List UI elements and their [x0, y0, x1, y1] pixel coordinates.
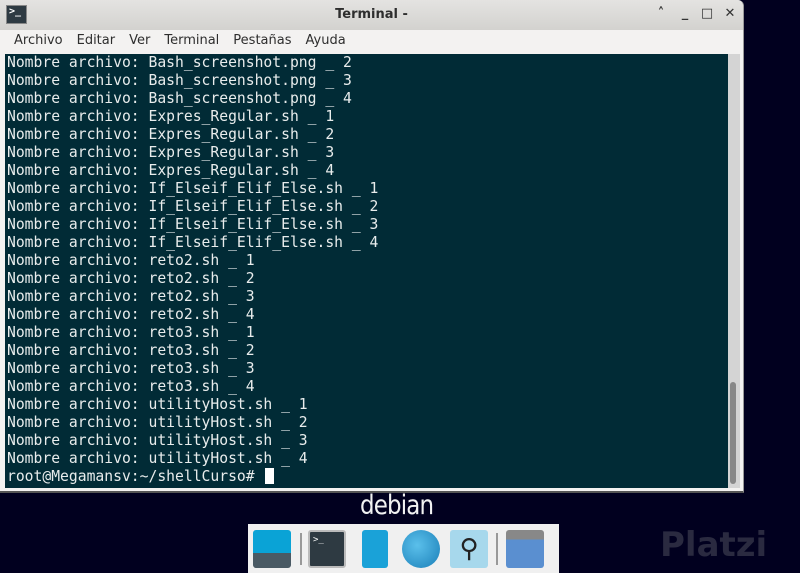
scrollbar-thumb[interactable] [730, 382, 736, 484]
terminal-line: Nombre archivo: utilityHost.sh _ 3 [7, 432, 308, 449]
terminal-line: Nombre archivo: Bash_screenshot.png _ 4 [7, 90, 352, 107]
menu-archivo[interactable]: Archivo [7, 30, 70, 54]
terminal-icon[interactable]: >_ [308, 530, 346, 568]
terminal-line: Nombre archivo: reto2.sh _ 3 [7, 288, 255, 305]
terminal-output[interactable]: Nombre archivo: Bash_screenshot.png _ 2N… [5, 54, 728, 488]
terminal-line: Nombre archivo: Expres_Regular.sh _ 2 [7, 126, 335, 143]
window-title: Terminal - [335, 7, 408, 22]
menu-bar: Archivo Editar Ver Terminal Pestañas Ayu… [0, 30, 743, 54]
menu-terminal[interactable]: Terminal [157, 30, 226, 54]
debian-logo: debian [360, 490, 434, 521]
terminal-line: Nombre archivo: utilityHost.sh _ 1 [7, 396, 308, 413]
dock-separator [300, 533, 302, 565]
terminal-line: Nombre archivo: utilityHost.sh _ 4 [7, 450, 308, 467]
web-browser-icon[interactable] [402, 530, 440, 568]
scrollbar[interactable] [728, 54, 740, 488]
maximize-button[interactable]: □ [699, 6, 715, 22]
show-desktop-icon[interactable] [253, 530, 291, 568]
prompt: root@Megamansv:~/shellCurso# [7, 468, 264, 485]
dock-separator [496, 533, 498, 565]
terminal-line: Nombre archivo: Bash_screenshot.png _ 3 [7, 72, 352, 89]
menu-ver[interactable]: Ver [122, 30, 157, 54]
close-button[interactable]: ✕ [722, 6, 738, 22]
menu-ayuda[interactable]: Ayuda [299, 30, 353, 54]
title-bar[interactable]: >_ Terminal - ˄ _ □ ✕ [0, 0, 743, 30]
terminal-line: Nombre archivo: If_Elseif_Elif_Else.sh _… [7, 234, 379, 251]
terminal-window: >_ Terminal - ˄ _ □ ✕ Archivo Editar Ver… [0, 0, 744, 493]
terminal-line: Nombre archivo: reto3.sh _ 4 [7, 378, 255, 395]
terminal-line: Nombre archivo: Expres_Regular.sh _ 1 [7, 108, 335, 125]
terminal-line: Nombre archivo: utilityHost.sh _ 2 [7, 414, 308, 431]
terminal-line: Nombre archivo: reto2.sh _ 1 [7, 252, 255, 269]
terminal-line: Nombre archivo: Bash_screenshot.png _ 2 [7, 54, 352, 71]
terminal-line: Nombre archivo: reto3.sh _ 1 [7, 324, 255, 341]
menu-editar[interactable]: Editar [70, 30, 123, 54]
terminal-line: Nombre archivo: If_Elseif_Elif_Else.sh _… [7, 198, 379, 215]
terminal-line: Nombre archivo: reto3.sh _ 2 [7, 342, 255, 359]
shade-button[interactable]: ˄ [653, 6, 669, 22]
prompt-line: root@Megamansv:~/shellCurso# [5, 468, 728, 486]
file-cabinet-icon[interactable] [362, 530, 388, 568]
terminal-line: Nombre archivo: reto2.sh _ 2 [7, 270, 255, 287]
terminal-line: Nombre archivo: reto3.sh _ 3 [7, 360, 255, 377]
terminal-line: Nombre archivo: Expres_Regular.sh _ 4 [7, 162, 335, 179]
minimize-button[interactable]: _ [677, 6, 693, 22]
menu-pestanas[interactable]: Pestañas [226, 30, 298, 54]
terminal-line: Nombre archivo: Expres_Regular.sh _ 3 [7, 144, 335, 161]
app-finder-icon[interactable]: ⚲ [450, 530, 488, 568]
folder-icon[interactable] [506, 530, 544, 568]
cursor [265, 468, 275, 484]
dock: >_ ⚲ [248, 524, 559, 573]
terminal-line: Nombre archivo: reto2.sh _ 4 [7, 306, 255, 323]
platzi-watermark: Platzi [660, 525, 768, 565]
terminal-line: Nombre archivo: If_Elseif_Elif_Else.sh _… [7, 180, 379, 197]
terminal-line: Nombre archivo: If_Elseif_Elif_Else.sh _… [7, 216, 379, 233]
